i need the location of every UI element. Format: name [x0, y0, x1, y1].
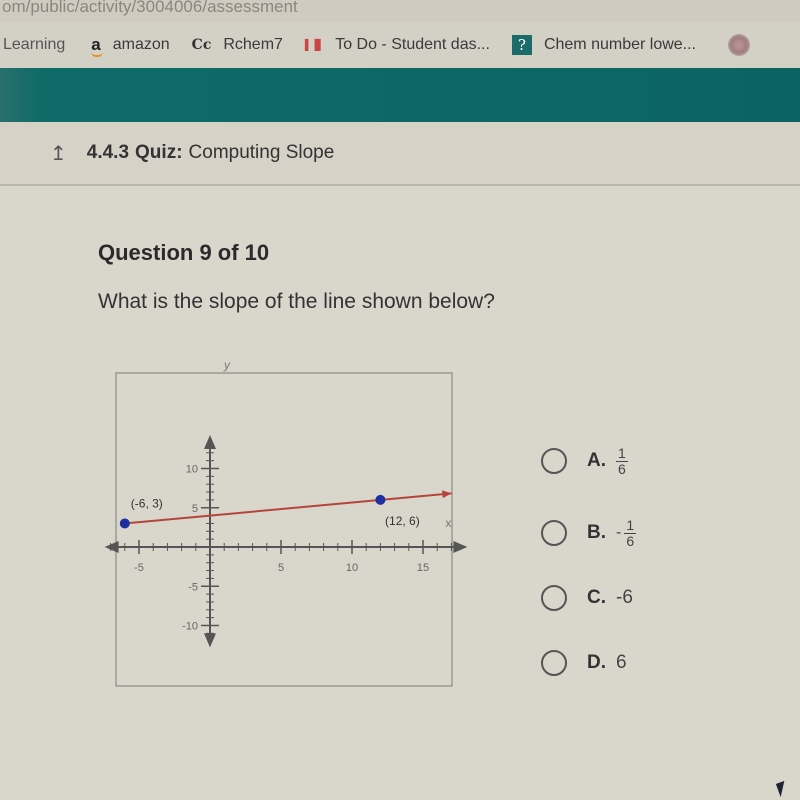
radio-button[interactable]: [541, 585, 567, 611]
option-d[interactable]: D. 6: [541, 627, 636, 699]
bookmark-label: Learning: [3, 36, 66, 53]
amazon-icon: a: [91, 35, 104, 57]
denominator: 6: [626, 532, 635, 549]
bookmark-todo[interactable]: ▌▐▌ To Do - Student das...: [305, 36, 490, 54]
question-prompt: What is the slope of the line shown belo…: [98, 290, 495, 313]
option-value: 1 6: [616, 444, 628, 477]
data-point-label: (12, 6): [385, 514, 420, 528]
question-counter: Question 9 of 10: [98, 240, 270, 265]
radio-button[interactable]: [541, 520, 567, 546]
x-axis-label: x: [445, 516, 451, 530]
option-value: 6: [616, 652, 627, 673]
x-tick-label: -5: [134, 562, 144, 574]
up-arrow-icon[interactable]: ↥: [50, 141, 67, 166]
y-tick-label: 10: [186, 464, 198, 476]
option-value: - 1 6: [616, 516, 637, 549]
bookmark-amazon[interactable]: a amazon: [91, 35, 170, 57]
mouse-cursor-icon: [775, 780, 790, 798]
series: (-6, 3) (12, 6): [119, 490, 452, 529]
x-tick-label: 10: [346, 562, 358, 574]
bookmark-learning[interactable]: Learning: [3, 36, 65, 54]
quiz-number: 4.4.3: [86, 142, 130, 163]
quiz-title: Computing Slope: [188, 142, 335, 163]
data-point: [375, 494, 386, 505]
fraction: 1 6: [624, 516, 637, 549]
option-letter: B.: [587, 522, 606, 543]
option-letter: D.: [587, 652, 606, 673]
coordinate-graph: -5 5 10 15 10 5 -5 -10 (-6, 3) (12, 6) x y: [100, 355, 480, 700]
cc-icon: Cc: [191, 37, 212, 53]
bookmark-chem-number[interactable]: ? Chem number lowe...: [511, 35, 696, 55]
bookmark-rchem7[interactable]: Cc Rchem7: [192, 36, 283, 54]
y-tick-label: 5: [192, 503, 198, 515]
question-mark-icon: ?: [511, 35, 532, 55]
option-letter: A.: [587, 450, 606, 471]
numerator: 1: [624, 516, 637, 534]
bookmark-label: Chem number lowe...: [543, 36, 696, 53]
data-point: [119, 518, 130, 529]
bookmarks-bar: Learning a amazon Cc Rchem7 ▌▐▌ To Do - …: [0, 22, 800, 68]
y-axis-label: y: [223, 358, 231, 372]
graph-frame: [115, 372, 453, 687]
y-axis-up-arrow: [204, 434, 216, 449]
bookmark-label: Rchem7: [223, 36, 283, 53]
option-b[interactable]: B. - 1 6: [541, 497, 637, 569]
url-text: om/public/activity/3004006/assessment: [2, 0, 298, 16]
x-tick-label: 5: [278, 562, 284, 574]
numerator: 1: [616, 444, 628, 462]
data-point-label: (-6, 3): [131, 496, 163, 510]
site-banner: [0, 68, 800, 122]
y-tick-label: -5: [188, 581, 198, 593]
x-axis-right-arrow: [453, 541, 468, 553]
fraction: 1 6: [616, 444, 628, 477]
axes: [104, 434, 468, 648]
graph-svg: -5 5 10 15 10 5 -5 -10 (-6, 3) (12, 6) x y: [104, 358, 468, 687]
ticks: [110, 444, 452, 634]
option-letter: C.: [587, 587, 606, 608]
denominator: 6: [618, 460, 626, 477]
url-bar[interactable]: om/public/activity/3004006/assessment: [0, 0, 800, 22]
option-c[interactable]: C. -6: [541, 569, 636, 627]
y-axis-down-arrow: [204, 633, 216, 648]
option-value: -6: [616, 587, 633, 608]
quiz-header: ↥ 4.4.3 Quiz: Computing Slope: [0, 122, 800, 186]
negative-sign: -: [616, 524, 622, 541]
x-axis-left-arrow: [104, 541, 119, 553]
x-tick-label: 15: [417, 562, 429, 574]
quiz-type-label: Quiz:: [135, 142, 183, 163]
todo-icon: ▌▐▌: [304, 39, 324, 51]
bookmark-label: amazon: [112, 36, 170, 53]
extension-icon[interactable]: [728, 34, 750, 56]
radio-button[interactable]: [541, 650, 567, 676]
option-a[interactable]: A. 1 6: [541, 425, 636, 497]
y-tick-label: -10: [182, 621, 198, 633]
radio-button[interactable]: [541, 448, 567, 474]
bookmark-label: To Do - Student das...: [335, 36, 490, 53]
answer-options: A. 1 6 B. - 1 6 C. -6 D. 6: [541, 425, 637, 699]
